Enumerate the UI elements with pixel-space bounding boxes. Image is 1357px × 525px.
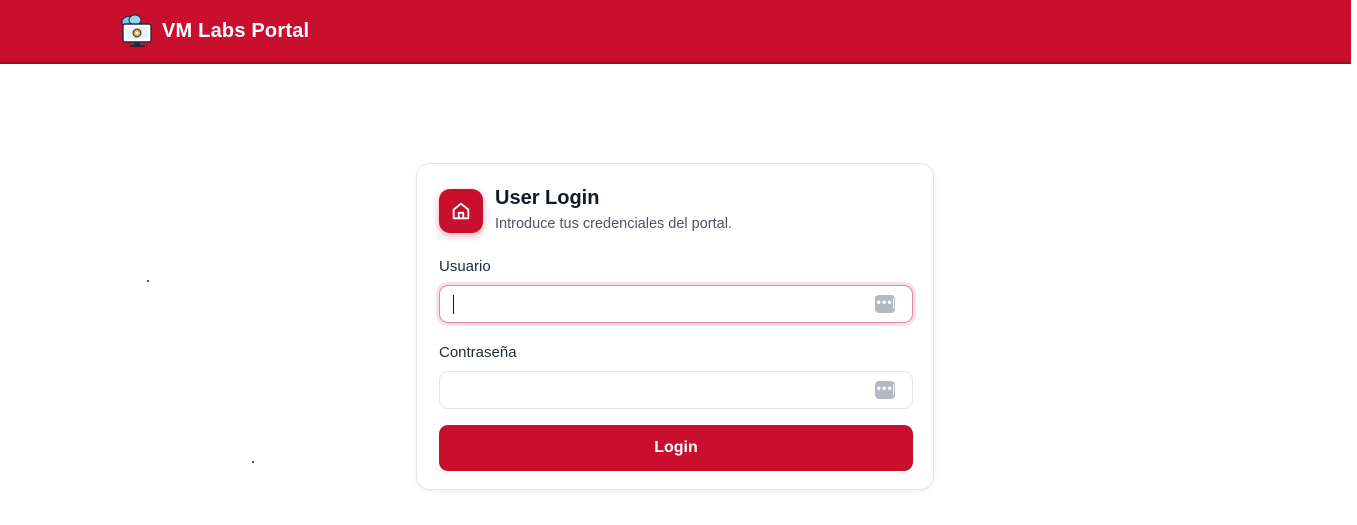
top-navbar: VM Labs Portal	[0, 0, 1351, 64]
username-input[interactable]	[440, 286, 860, 322]
password-manager-icon[interactable]: •••|	[875, 295, 895, 313]
password-input[interactable]	[440, 372, 860, 408]
username-field-wrapper: •••|	[439, 285, 913, 323]
brand-title: VM Labs Portal	[162, 19, 310, 42]
login-subtitle: Introduce tus credenciales del portal.	[495, 216, 732, 232]
brand[interactable]: VM Labs Portal	[118, 14, 309, 48]
page-edge	[1351, 0, 1357, 525]
home-icon	[439, 189, 483, 233]
page: VM Labs Portal User Login Introduce tus …	[0, 0, 1357, 525]
username-label: Usuario	[439, 258, 491, 275]
stray-dot	[147, 280, 149, 282]
password-manager-icon[interactable]: •••|	[875, 381, 895, 399]
login-button[interactable]: Login	[439, 425, 913, 471]
text-caret	[453, 295, 454, 314]
password-label: Contraseña	[439, 344, 517, 361]
login-card: User Login Introduce tus credenciales de…	[416, 163, 934, 490]
password-field-wrapper: •••|	[439, 371, 913, 409]
login-title: User Login	[495, 187, 600, 209]
stray-dot	[252, 461, 254, 463]
cloud-monitor-gear-icon	[121, 14, 152, 47]
